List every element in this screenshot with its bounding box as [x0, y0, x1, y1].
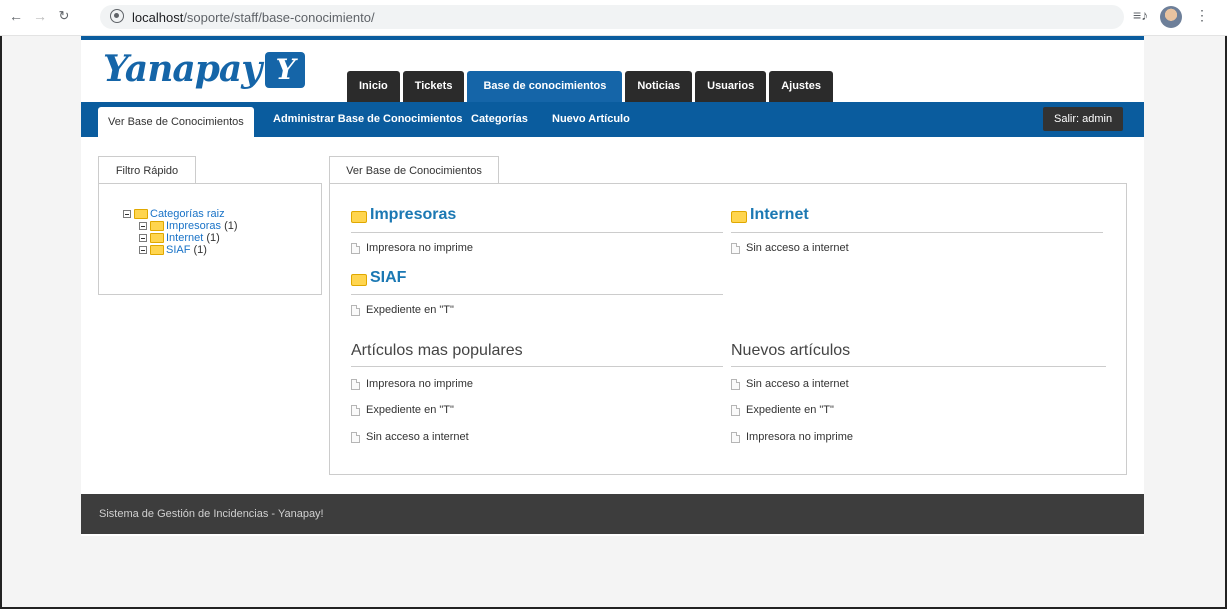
- document-icon: [351, 404, 360, 416]
- tree-item-count: (1): [206, 232, 220, 244]
- media-control-icon[interactable]: ≡♪: [1133, 7, 1148, 23]
- category-tree: Categorías raiz Impresoras (1) Internet …: [123, 208, 238, 256]
- logout-button[interactable]: Salir: admin: [1043, 107, 1124, 131]
- document-icon: [351, 378, 360, 390]
- address-bar[interactable]: localhost/soporte/staff/base-conocimient…: [100, 5, 1124, 29]
- reload-icon[interactable]: ↻: [56, 8, 72, 24]
- document-icon: [731, 242, 740, 254]
- menu-icon[interactable]: ⋮: [1195, 7, 1209, 24]
- article-title[interactable]: Impresora no imprime: [366, 378, 473, 390]
- new-article-link[interactable]: Expediente en "T": [731, 404, 834, 416]
- logo-text: Yanapay: [103, 48, 262, 90]
- subnav-ver-base[interactable]: Ver Base de Conocimientos: [98, 107, 254, 137]
- document-icon: [731, 378, 740, 390]
- content-panel: Impresoras Impresora no imprime Internet…: [329, 183, 1127, 475]
- new-articles-heading: Nuevos artículos: [731, 342, 851, 359]
- tab-usuarios[interactable]: Usuarios: [695, 71, 767, 102]
- popular-article-link[interactable]: Sin acceso a internet: [351, 431, 469, 443]
- tree-item-label[interactable]: Impresoras: [166, 220, 221, 232]
- collapse-icon[interactable]: [123, 210, 131, 218]
- article-title[interactable]: Expediente en "T": [366, 404, 454, 416]
- back-arrow-icon[interactable]: ←: [8, 8, 24, 24]
- logo-mark: Y: [265, 52, 306, 88]
- divider: [731, 366, 1106, 367]
- category-title-impresoras[interactable]: Impresoras: [351, 206, 456, 224]
- article-link[interactable]: Sin acceso a internet: [731, 242, 849, 254]
- category-title-siaf[interactable]: SIAF: [351, 269, 406, 287]
- folder-icon: [731, 211, 747, 223]
- divider: [351, 366, 723, 367]
- folder-icon: [150, 233, 164, 243]
- article-link[interactable]: Impresora no imprime: [351, 242, 473, 254]
- new-article-link[interactable]: Sin acceso a internet: [731, 378, 849, 390]
- site-info-icon[interactable]: [110, 9, 124, 23]
- folder-icon: [351, 211, 367, 223]
- document-icon: [351, 304, 360, 316]
- collapse-icon[interactable]: [139, 234, 147, 242]
- sub-navigation: Ver Base de Conocimientos Administrar Ba…: [81, 102, 1144, 137]
- footer: Sistema de Gestión de Incidencias - Yana…: [81, 494, 1144, 534]
- popular-articles-heading: Artículos mas populares: [351, 342, 523, 359]
- url-host: localhost: [132, 10, 184, 25]
- category-title-label[interactable]: Impresoras: [370, 206, 456, 224]
- url-path: /soporte/staff/base-conocimiento/: [183, 10, 375, 25]
- category-title-internet[interactable]: Internet: [731, 206, 809, 224]
- collapse-icon[interactable]: [139, 222, 147, 230]
- profile-avatar[interactable]: [1160, 6, 1182, 28]
- document-icon: [731, 404, 740, 416]
- divider: [351, 294, 723, 295]
- document-icon: [731, 431, 740, 443]
- header-top-line: [81, 36, 1144, 40]
- tree-item-internet[interactable]: Internet (1): [139, 232, 238, 244]
- tree-item-siaf[interactable]: SIAF (1): [139, 244, 238, 256]
- new-article-link[interactable]: Impresora no imprime: [731, 431, 853, 443]
- folder-icon: [150, 221, 164, 231]
- filter-panel: Categorías raiz Impresoras (1) Internet …: [98, 183, 322, 295]
- article-title[interactable]: Sin acceso a internet: [366, 431, 469, 443]
- article-title[interactable]: Expediente en "T": [746, 404, 834, 416]
- folder-icon: [134, 209, 148, 219]
- article-title[interactable]: Impresora no imprime: [746, 431, 853, 443]
- filter-tab[interactable]: Filtro Rápido: [98, 156, 196, 184]
- tab-ajustes[interactable]: Ajustes: [769, 71, 833, 102]
- browser-toolbar: ← → ↻ localhost/soporte/staff/base-conoc…: [0, 0, 1227, 36]
- tree-root-label[interactable]: Categorías raiz: [150, 208, 225, 220]
- article-title[interactable]: Expediente en "T": [366, 304, 454, 316]
- folder-icon: [150, 245, 164, 255]
- folder-icon: [351, 274, 367, 286]
- app-page: Yanapay Y Inicio Tickets Base de conocimi…: [81, 36, 1144, 536]
- logo[interactable]: Yanapay Y: [103, 48, 306, 96]
- tree-item-count: (1): [224, 220, 238, 232]
- article-title[interactable]: Sin acceso a internet: [746, 242, 849, 254]
- collapse-icon[interactable]: [139, 246, 147, 254]
- document-icon: [351, 431, 360, 443]
- tree-root[interactable]: Categorías raiz: [123, 208, 238, 220]
- divider: [351, 232, 723, 233]
- forward-arrow-icon[interactable]: →: [32, 8, 48, 24]
- popular-article-link[interactable]: Expediente en "T": [351, 404, 454, 416]
- divider: [731, 232, 1103, 233]
- document-icon: [351, 242, 360, 254]
- article-title[interactable]: Sin acceso a internet: [746, 378, 849, 390]
- tree-item-count: (1): [193, 244, 207, 256]
- article-link[interactable]: Expediente en "T": [351, 304, 454, 316]
- tab-inicio[interactable]: Inicio: [347, 71, 400, 102]
- tab-noticias[interactable]: Noticias: [625, 71, 693, 102]
- category-title-label[interactable]: Internet: [750, 206, 809, 224]
- url-text[interactable]: localhost/soporte/staff/base-conocimient…: [132, 10, 375, 25]
- subnav-administrar-base[interactable]: Administrar Base de Conocimientos: [273, 102, 463, 137]
- article-title[interactable]: Impresora no imprime: [366, 242, 473, 254]
- main-tabs: Inicio Tickets Base de conocimientos Not…: [347, 71, 833, 102]
- tab-base-de-conocimientos[interactable]: Base de conocimientos: [467, 71, 623, 102]
- popular-article-link[interactable]: Impresora no imprime: [351, 378, 473, 390]
- tree-item-label[interactable]: SIAF: [166, 244, 190, 256]
- category-title-label[interactable]: SIAF: [370, 269, 406, 287]
- content-tab[interactable]: Ver Base de Conocimientos: [329, 156, 499, 184]
- tree-item-impresoras[interactable]: Impresoras (1): [139, 220, 238, 232]
- tab-tickets[interactable]: Tickets: [402, 71, 465, 102]
- tree-item-label[interactable]: Internet: [166, 232, 203, 244]
- subnav-categorias[interactable]: Categorías: [471, 102, 528, 137]
- subnav-nuevo-articulo[interactable]: Nuevo Artículo: [552, 102, 630, 137]
